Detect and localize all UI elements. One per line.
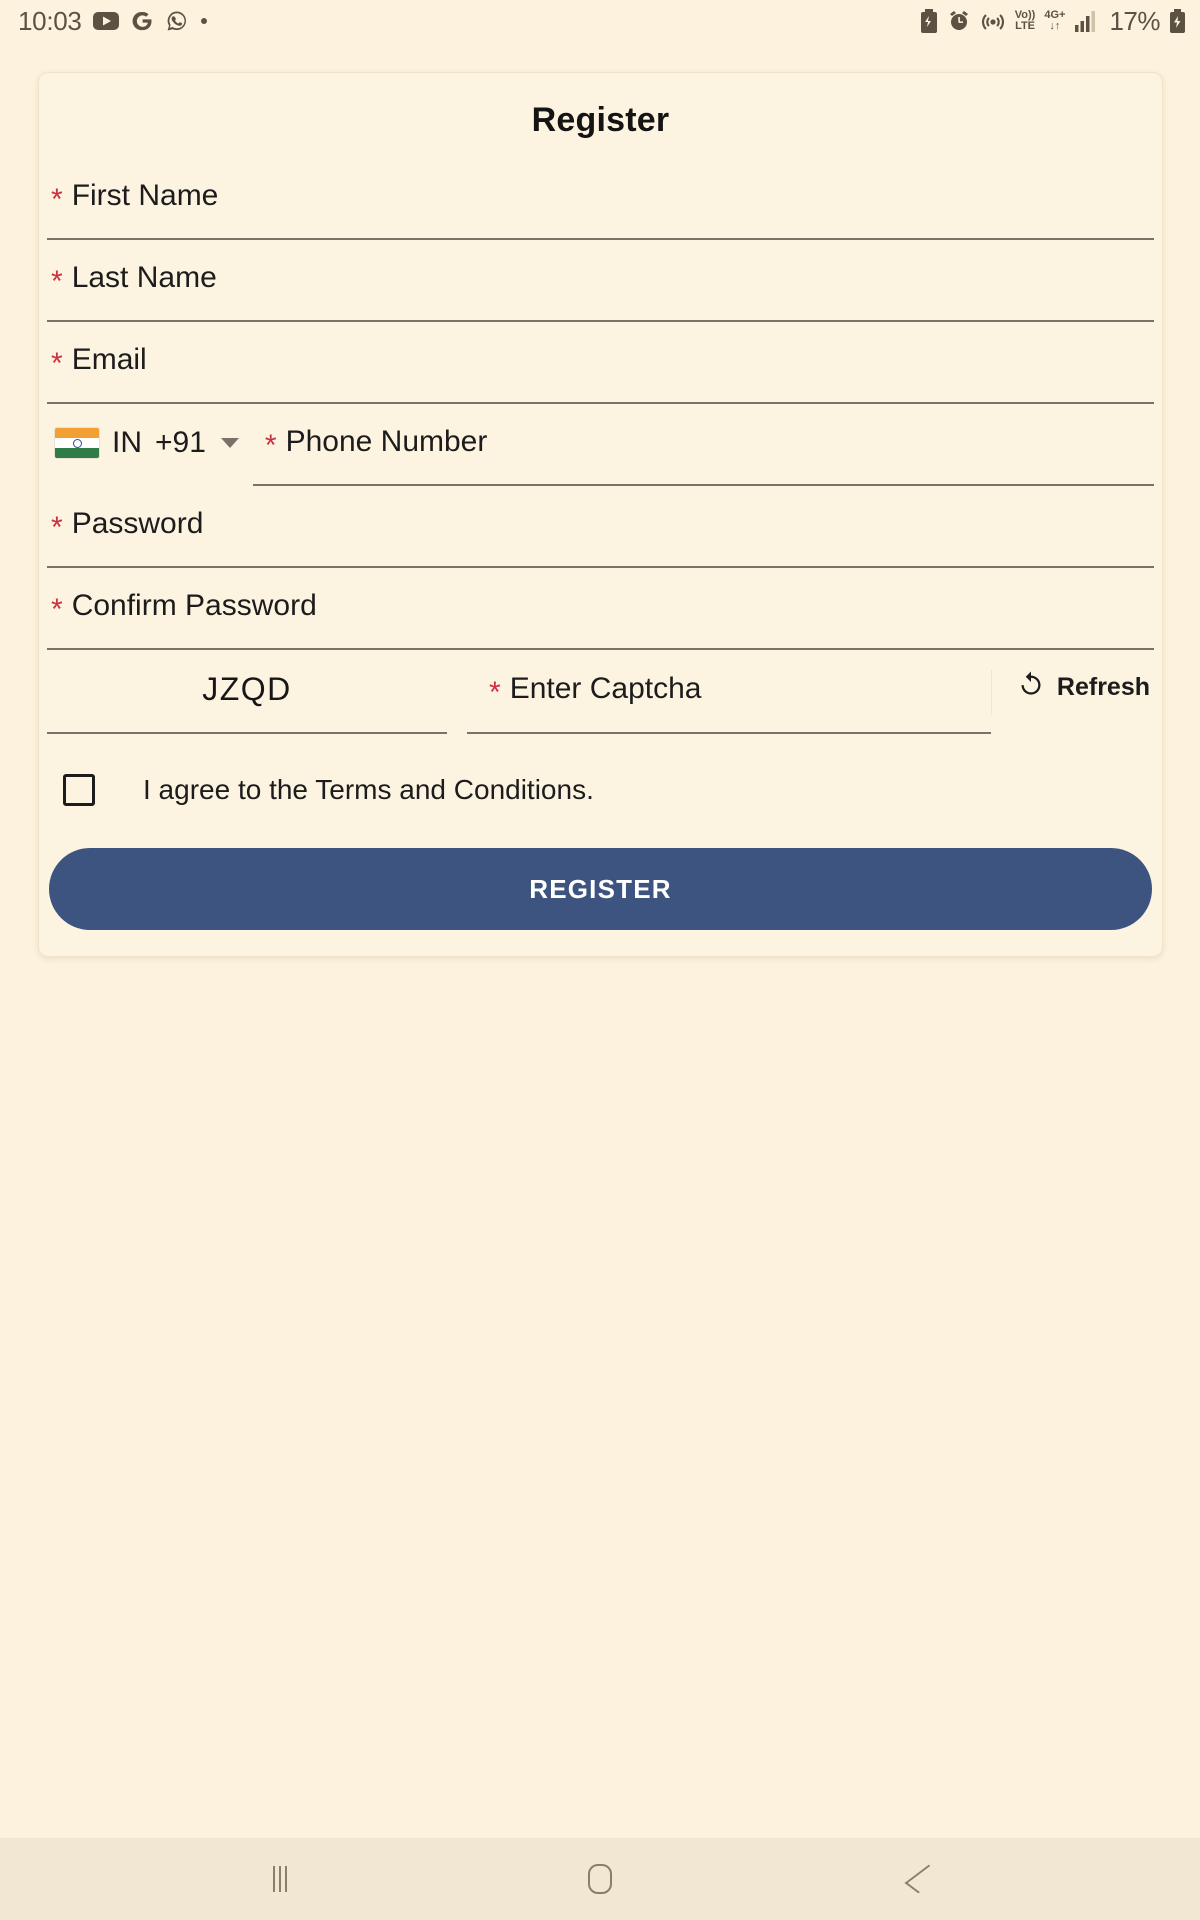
required-asterisk: * [489, 676, 501, 709]
required-asterisk: * [51, 265, 63, 298]
required-asterisk: * [264, 429, 277, 462]
captcha-input-label: * Enter Captcha [485, 672, 702, 709]
recents-button[interactable] [235, 1849, 325, 1909]
register-button[interactable]: REGISTER [49, 848, 1152, 930]
first-name-label: * First Name [47, 179, 219, 216]
alarm-icon [947, 9, 971, 33]
required-asterisk: * [51, 511, 63, 544]
first-name-label-text: First Name [71, 179, 219, 212]
signal-bars-icon [1074, 10, 1098, 32]
captcha-input[interactable]: * Enter Captcha [467, 650, 991, 734]
register-button-label: REGISTER [529, 873, 672, 904]
phone-number-label: * Phone Number [261, 425, 488, 462]
hotspot-icon [980, 9, 1006, 33]
captcha-code-display: JZQD [47, 650, 447, 734]
dot-indicator-icon [200, 17, 208, 25]
status-bar-left: 10:03 [18, 6, 208, 37]
youtube-icon [92, 11, 119, 31]
back-chevron-icon [904, 1864, 942, 1894]
email-label: * Email [47, 343, 147, 380]
home-button[interactable] [555, 1849, 645, 1909]
last-name-label: * Last Name [47, 261, 217, 298]
confirm-password-field[interactable]: * Confirm Password [47, 568, 1154, 650]
home-icon [588, 1864, 612, 1894]
back-button[interactable] [875, 1849, 965, 1909]
captcha-input-label-text: Enter Captcha [509, 672, 702, 705]
battery-saver-icon [920, 9, 938, 33]
volte-icon: Vo)) LTE [1014, 9, 1036, 32]
required-asterisk: * [51, 183, 63, 216]
confirm-password-label: * Confirm Password [47, 589, 317, 626]
country-code-selector[interactable]: IN +91 [47, 404, 253, 486]
phone-number-label-text: Phone Number [285, 425, 488, 458]
chevron-down-icon[interactable] [220, 438, 239, 448]
refresh-label: Refresh [1056, 672, 1150, 701]
dial-code-text: +91 [155, 426, 206, 459]
first-name-field[interactable]: * First Name [47, 158, 1154, 240]
required-asterisk: * [51, 593, 63, 626]
captcha-row: JZQD * Enter Captcha Refresh [47, 650, 1154, 734]
android-nav-bar [0, 1838, 1200, 1920]
terms-label: I agree to the Terms and Conditions. [143, 774, 594, 805]
country-code-text: IN [112, 426, 142, 459]
captcha-code-text: JZQD [202, 670, 292, 707]
google-icon [130, 9, 154, 33]
page-title: Register [531, 101, 670, 139]
india-flag-icon [55, 428, 99, 458]
status-bar: 10:03 Vo)) LTE 4G+ ↓↑ 17% [0, 0, 1200, 42]
status-bar-right: Vo)) LTE 4G+ ↓↑ 17% [920, 6, 1186, 37]
email-label-text: Email [71, 343, 147, 376]
refresh-captcha-button[interactable]: Refresh [990, 669, 1154, 715]
phone-row: IN +91 * Phone Number [47, 404, 1154, 486]
password-label-text: Password [71, 507, 204, 540]
last-name-label-text: Last Name [71, 261, 217, 294]
phone-number-input[interactable]: * Phone Number [252, 404, 1154, 486]
charging-battery-icon [1169, 9, 1186, 33]
terms-row[interactable]: I agree to the Terms and Conditions. [47, 762, 1154, 818]
password-label: * Password [47, 507, 204, 544]
recents-icon [273, 1866, 287, 1892]
network-4gplus-icon: 4G+ ↓↑ [1044, 9, 1066, 32]
required-asterisk: * [51, 347, 63, 380]
battery-percent: 17% [1109, 5, 1160, 36]
confirm-password-label-text: Confirm Password [71, 589, 317, 622]
terms-checkbox[interactable] [63, 774, 95, 806]
refresh-icon [1016, 670, 1046, 705]
email-field[interactable]: * Email [47, 322, 1154, 404]
register-card: Register * First Name * Last Name * Emai… [38, 72, 1163, 957]
last-name-field[interactable]: * Last Name [47, 240, 1154, 322]
password-field[interactable]: * Password [47, 486, 1154, 568]
page-content: Register * First Name * Last Name * Emai… [0, 42, 1200, 1838]
status-time: 10:03 [18, 5, 82, 36]
whatsapp-icon [165, 9, 189, 33]
